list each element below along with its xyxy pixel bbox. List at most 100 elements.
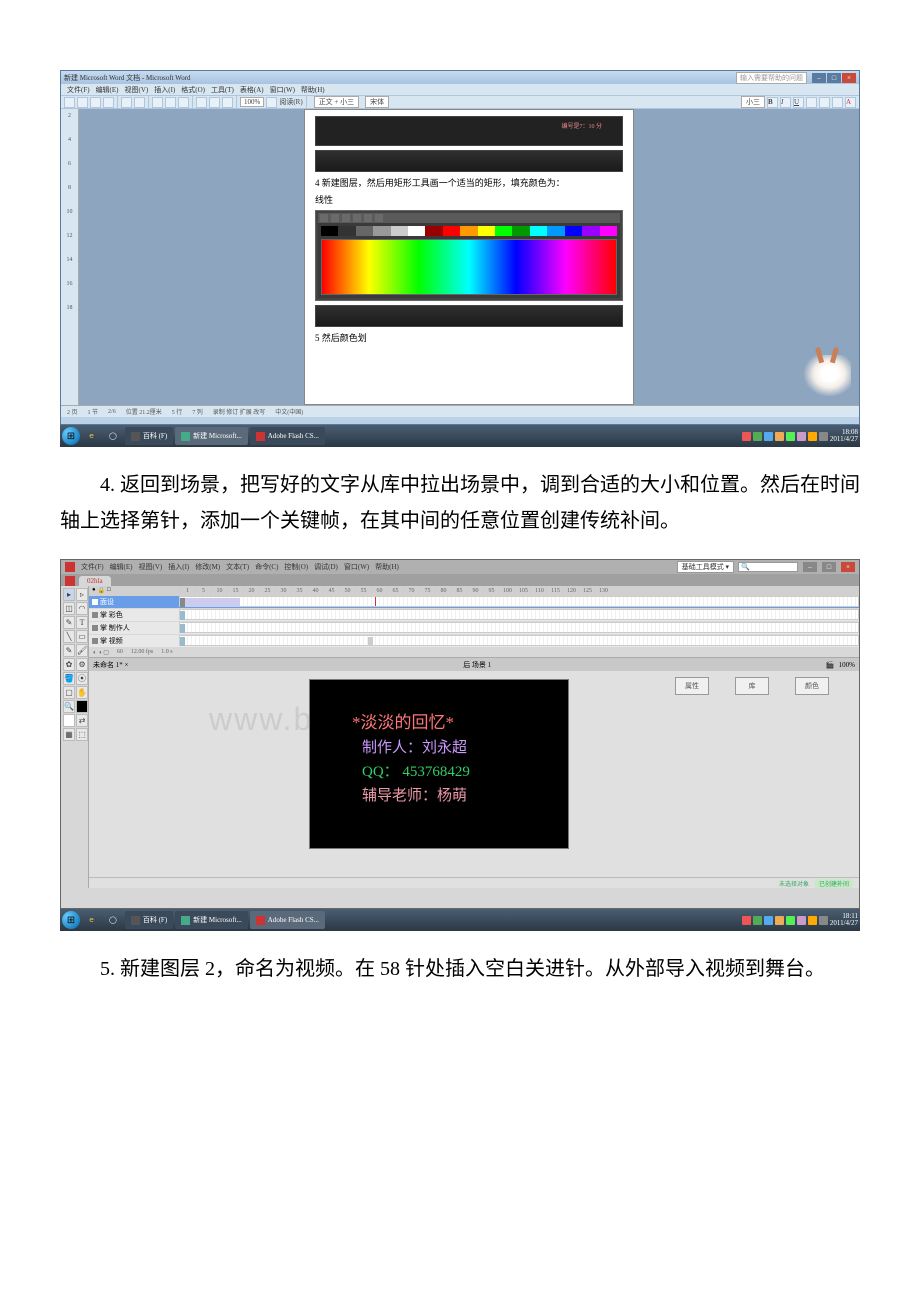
text-tool[interactable]: T [76, 616, 88, 629]
eraser-tool[interactable]: ▢ [63, 686, 75, 699]
tray-icon[interactable] [764, 916, 773, 925]
line-tool[interactable]: ╲ [63, 630, 75, 643]
tray-icon[interactable] [764, 432, 773, 441]
tray-icon[interactable] [786, 916, 795, 925]
selection-tool[interactable]: ▸ [63, 588, 75, 601]
frame-number[interactable]: 25 [259, 588, 275, 594]
frame-number[interactable]: 50 [339, 588, 355, 594]
stage[interactable]: *淡淡的回忆* 制作人：刘永超 QQ： 453768429 辅导老师：杨萌 [309, 679, 569, 849]
document-tab[interactable]: 02hla [79, 576, 111, 586]
frames-track[interactable] [179, 609, 859, 620]
minimize-button[interactable]: – [812, 73, 826, 83]
maximize-button[interactable]: □ [822, 562, 836, 572]
swap-colors[interactable]: ⇄ [76, 714, 88, 727]
tray-widget[interactable]: 百科 (F) [125, 427, 173, 445]
taskbar-app-word[interactable]: 新建 Microsoft... [175, 911, 248, 929]
pen-tool[interactable]: ✎ [63, 616, 75, 629]
frame-number[interactable]: 130 [595, 588, 611, 594]
frame-number[interactable]: 85 [451, 588, 467, 594]
eyedropper-tool[interactable]: ⦿ [76, 672, 88, 685]
frame-number[interactable]: 45 [323, 588, 339, 594]
free-transform-tool[interactable]: ◫ [63, 602, 75, 615]
tray-icon[interactable] [797, 916, 806, 925]
font-color-button[interactable]: A [845, 97, 856, 108]
menu-item[interactable]: 编辑(E) [110, 562, 133, 572]
tray-icon[interactable] [753, 916, 762, 925]
page-area[interactable]: 编号是7：10 分 4 新建图层，然后用矩形工具画一个适当的矩形，填充颜色为： … [79, 109, 859, 405]
tray-icon[interactable] [819, 916, 828, 925]
brush-tool[interactable]: 🖌 [76, 644, 88, 657]
toolbar-button[interactable] [77, 97, 88, 108]
wmp-icon[interactable]: ◯ [103, 427, 123, 445]
tray-icon[interactable] [819, 432, 828, 441]
toolbar-button[interactable] [819, 97, 830, 108]
menu-item[interactable]: 工具(T) [211, 85, 234, 95]
stroke-color[interactable] [76, 700, 88, 713]
toolbar-button[interactable] [209, 97, 220, 108]
clock[interactable]: 18:08 2011/4/27 [830, 429, 858, 443]
menu-item[interactable]: 编辑(E) [96, 85, 119, 95]
tray-icon[interactable] [742, 916, 751, 925]
tray-icon[interactable] [808, 432, 817, 441]
toolbar-button[interactable] [196, 97, 207, 108]
tray-icon[interactable] [742, 432, 751, 441]
scene-label[interactable]: 后 场景 1 [463, 660, 491, 670]
layer-row[interactable]: 掌 视频 [89, 635, 859, 648]
frame-number[interactable]: 110 [531, 588, 547, 594]
search-box[interactable]: 🔍 [738, 562, 798, 572]
menu-item[interactable]: 帮助(H) [375, 562, 399, 572]
frame-number[interactable]: 125 [579, 588, 595, 594]
frame-number[interactable]: 70 [403, 588, 419, 594]
toolbar-button[interactable] [222, 97, 233, 108]
zoom-combo[interactable]: 100% [240, 97, 264, 107]
frame-number[interactable]: 40 [307, 588, 323, 594]
zoom-combo[interactable]: 100% [839, 661, 855, 669]
frames-track[interactable] [179, 635, 859, 646]
toolbar-button[interactable] [178, 97, 189, 108]
italic-button[interactable]: I [780, 97, 791, 108]
maximize-button[interactable]: □ [827, 73, 841, 83]
frame-number[interactable]: 20 [243, 588, 259, 594]
menu-item[interactable]: 修改(M) [195, 562, 220, 572]
menu-item[interactable]: 窗口(W) [344, 562, 369, 572]
start-button[interactable]: ⊞ [62, 427, 80, 445]
rect-tool[interactable]: ▭ [76, 630, 88, 643]
frame-number[interactable]: 105 [515, 588, 531, 594]
tray-widget[interactable]: 百科 (F) [125, 911, 173, 929]
underline-button[interactable]: U [793, 97, 804, 108]
wmp-icon[interactable]: ◯ [103, 911, 123, 929]
toolbar-button[interactable] [121, 97, 132, 108]
style-combo[interactable]: 正文 + 小三 [314, 96, 359, 108]
subselection-tool[interactable]: ▹ [76, 588, 88, 601]
tray-icon[interactable] [797, 432, 806, 441]
toolbar-button[interactable] [806, 97, 817, 108]
lasso-tool[interactable]: ◠ [76, 602, 88, 615]
ie-icon[interactable]: ｅ [82, 427, 101, 445]
menu-item[interactable]: 表格(A) [240, 85, 264, 95]
frame-number[interactable]: 120 [563, 588, 579, 594]
frame-number[interactable]: 80 [435, 588, 451, 594]
menu-item[interactable]: 文件(F) [81, 562, 104, 572]
tray-icon[interactable] [786, 432, 795, 441]
menu-item[interactable]: 视图(V) [139, 562, 163, 572]
zoom-tool[interactable]: 🔍 [63, 700, 75, 713]
taskbar-app-word[interactable]: 新建 Microsoft... [175, 427, 248, 445]
frame-number[interactable]: 115 [547, 588, 563, 594]
panel-library[interactable]: 库 [735, 677, 769, 695]
tray-icon[interactable] [775, 916, 784, 925]
fill-color[interactable] [63, 714, 75, 727]
frame-number[interactable]: 55 [355, 588, 371, 594]
layer-row[interactable]: 掌 制作人 [89, 622, 859, 635]
option-tool[interactable]: ⬚ [76, 728, 88, 741]
toolbar-button[interactable] [832, 97, 843, 108]
taskbar-app-flash[interactable]: Adobe Flash CS... [250, 427, 325, 445]
font-combo[interactable]: 宋体 [365, 96, 389, 108]
frames-track[interactable] [179, 596, 859, 607]
frames-track[interactable] [179, 622, 859, 633]
toolbar-button[interactable] [64, 97, 75, 108]
edit-scene-icon[interactable]: 🎬 [826, 661, 835, 669]
menu-item[interactable]: 帮助(H) [301, 85, 325, 95]
frame-number[interactable]: 65 [387, 588, 403, 594]
menu-item[interactable]: 插入(I) [154, 85, 175, 95]
paint-bucket-tool[interactable]: 🪣 [63, 672, 75, 685]
